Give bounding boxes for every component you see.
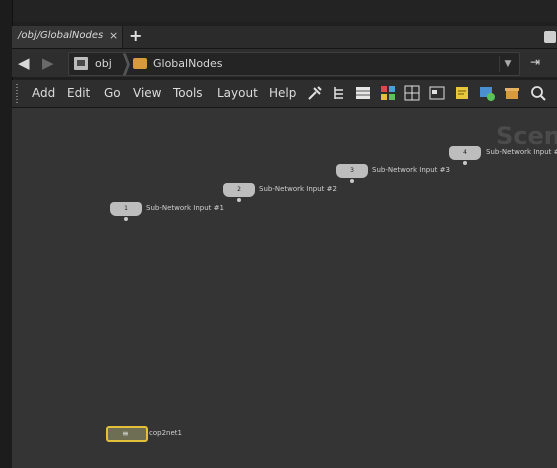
breadcrumb-globalnodes[interactable]: GlobalNodes [153, 57, 223, 70]
subnet-input-node-1[interactable]: 1 [110, 202, 142, 216]
breadcrumb-obj[interactable]: obj [95, 57, 112, 70]
breadcrumb-separator-icon: ❯ [120, 51, 132, 76]
tab-menu-icon[interactable] [544, 31, 556, 43]
grid-color-icon[interactable] [379, 84, 397, 102]
menu-edit[interactable]: Edit [67, 86, 90, 100]
output-connector[interactable] [237, 198, 241, 202]
menu-bar: Add Edit Go View Tools Layout Help [12, 80, 557, 108]
forward-arrow-icon[interactable]: ▶ [42, 54, 54, 72]
output-connector[interactable] [350, 179, 354, 183]
context-watermark: Scene [496, 122, 557, 150]
menu-tools[interactable]: Tools [173, 86, 203, 100]
subnet-input-node-2[interactable]: 2 [223, 183, 255, 197]
tab-bar: /obj/GlobalNodes × + [12, 26, 557, 49]
subnet-input-node-4[interactable]: 4 [449, 146, 481, 160]
path-bar: ◀ ▶ obj ❯ GlobalNodes ▼ ⇥ [12, 49, 557, 77]
pin-icon[interactable]: ⇥ [530, 55, 540, 69]
menu-add[interactable]: Add [32, 86, 55, 100]
sticky-note-icon[interactable] [453, 84, 471, 102]
subnet-icon [133, 58, 147, 69]
add-tab-icon[interactable]: + [129, 26, 142, 45]
menu-go[interactable]: Go [104, 86, 121, 100]
list-icon[interactable] [354, 84, 372, 102]
close-icon[interactable]: × [109, 29, 118, 42]
tab-globalnodes[interactable]: /obj/GlobalNodes × [12, 26, 123, 48]
tab-label: /obj/GlobalNodes [18, 30, 104, 41]
image-add-icon[interactable] [478, 84, 496, 102]
back-arrow-icon[interactable]: ◀ [18, 54, 30, 72]
tree-icon[interactable] [330, 84, 348, 102]
wrench-icon[interactable] [306, 84, 324, 102]
cop-network-icon: ≡ [122, 429, 129, 438]
search-icon[interactable] [529, 84, 547, 102]
toolbar-handle[interactable] [16, 84, 18, 104]
network-editor[interactable]: Scene 1 Sub-Network Input #1 2 Sub-Netwo… [12, 108, 557, 468]
cop2net-label: cop2net1 [149, 429, 182, 437]
node-label-3: Sub-Network Input #3 [372, 166, 450, 174]
grid-icon[interactable] [403, 84, 421, 102]
pane-resize-grip[interactable] [258, 19, 308, 34]
chevron-down-icon[interactable]: ▼ [499, 56, 516, 72]
node-label-4: Sub-Network Input #4 [486, 148, 557, 156]
layout-icon[interactable] [428, 84, 446, 102]
breadcrumb: obj ❯ GlobalNodes ▼ [68, 51, 520, 76]
cop2net-node[interactable]: ≡ [106, 426, 148, 442]
obj-icon [74, 57, 88, 70]
menu-help[interactable]: Help [269, 86, 296, 100]
menu-view[interactable]: View [133, 86, 161, 100]
menu-layout[interactable]: Layout [217, 86, 258, 100]
output-connector[interactable] [463, 161, 467, 165]
box-icon[interactable] [503, 84, 521, 102]
output-connector[interactable] [124, 217, 128, 221]
subnet-input-node-3[interactable]: 3 [336, 164, 368, 178]
node-label-2: Sub-Network Input #2 [259, 185, 337, 193]
node-label-1: Sub-Network Input #1 [146, 204, 224, 212]
